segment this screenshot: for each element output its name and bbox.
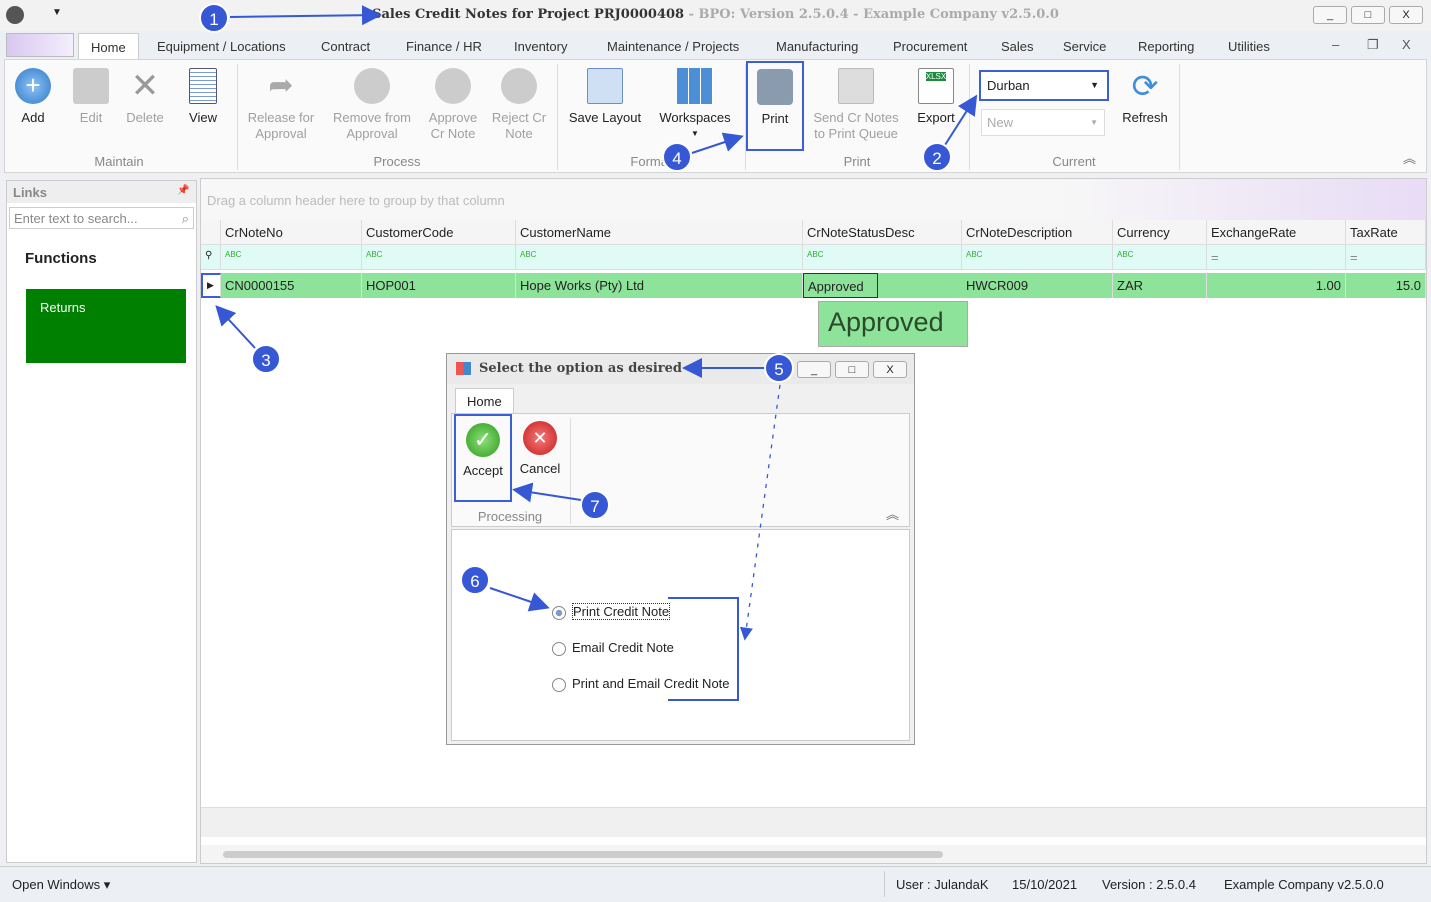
annotation-overlay [215, 5, 978, 701]
annotation-badge-4: 4 [662, 142, 692, 172]
options-highlight-box [668, 597, 739, 701]
annotation-badge-7: 7 [580, 490, 610, 520]
annotation-arrow-3 [215, 305, 256, 349]
annotation-dashed-arrow [739, 384, 781, 641]
annotation-badge-1: 1 [199, 3, 229, 33]
annotation-arrow-7 [512, 482, 582, 503]
annotation-arrow-1 [229, 5, 382, 26]
annotation-badge-3: 3 [251, 344, 281, 374]
annotation-badge-6: 6 [460, 565, 490, 595]
annotation-badge-5: 5 [764, 353, 794, 383]
annotation-arrow-6 [489, 587, 550, 612]
annotation-badge-2: 2 [922, 142, 952, 172]
annotation-arrow-2 [944, 94, 978, 146]
annotation-arrow-4 [691, 132, 744, 154]
